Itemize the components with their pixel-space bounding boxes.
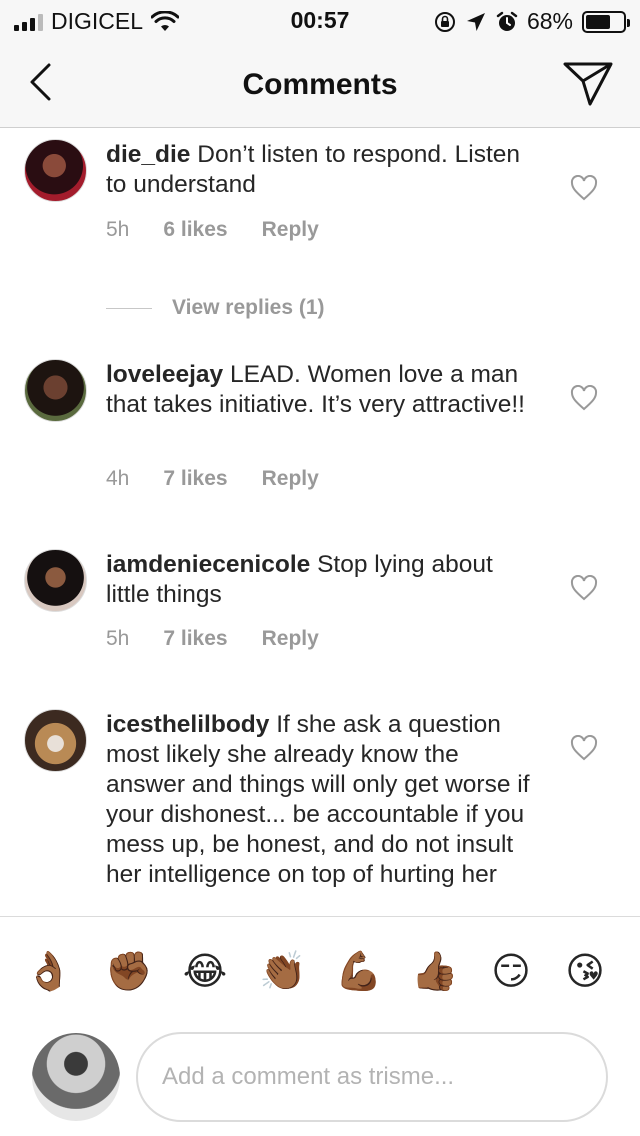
battery-percent: 68% xyxy=(526,8,573,34)
battery-level xyxy=(586,14,611,29)
location-icon xyxy=(466,12,485,31)
status-right: 68% xyxy=(434,8,630,35)
rotation-lock-icon xyxy=(434,11,455,32)
comment-text: iamdeniecenicole Stop lying about little… xyxy=(106,550,536,610)
avatar xyxy=(32,1033,120,1121)
divider xyxy=(106,307,152,309)
back-button[interactable] xyxy=(20,58,60,106)
avatar[interactable] xyxy=(24,359,87,422)
avatar[interactable] xyxy=(24,549,87,612)
chevron-left-icon xyxy=(30,63,51,101)
comment-input[interactable] xyxy=(136,1032,608,1122)
comment-likes[interactable]: 6 likes xyxy=(163,218,227,242)
status-bar: DIGICEL 00:57 68% xyxy=(0,0,640,40)
emoji-button[interactable]: 😘 xyxy=(560,947,610,997)
heart-icon[interactable] xyxy=(570,575,598,601)
comment-username[interactable]: loveleejay xyxy=(106,361,223,388)
alarm-icon xyxy=(496,11,518,31)
emoji-button[interactable]: 😂 xyxy=(180,947,230,997)
emoji-button[interactable]: 💪🏾 xyxy=(334,947,384,997)
avatar[interactable] xyxy=(24,139,87,202)
reply-button[interactable]: Reply xyxy=(262,467,319,491)
comments-list: die_die Don’t listen to respond. Listen … xyxy=(0,129,640,916)
page-title: Comments xyxy=(242,68,398,101)
emoji-button[interactable]: ✊🏾 xyxy=(104,947,154,997)
emoji-button[interactable]: 😏 xyxy=(486,947,536,997)
battery-icon xyxy=(582,10,630,33)
comment-likes[interactable]: 7 likes xyxy=(163,627,227,651)
emoji-bar: 👌🏾 ✊🏾 😂 👏🏾 💪🏾 👍🏾 😏 😘 xyxy=(0,916,640,1020)
comment-username[interactable]: icesthelilbody xyxy=(106,711,269,738)
comment-meta: 5h 7 likes Reply xyxy=(106,627,319,651)
view-replies-label: View replies (1) xyxy=(172,296,325,319)
heart-icon[interactable] xyxy=(570,175,598,201)
paper-plane-icon[interactable] xyxy=(562,60,614,106)
signal-icon xyxy=(14,13,43,31)
emoji-button[interactable]: 👍🏾 xyxy=(410,947,460,997)
comment-text: icesthelilbody If she ask a question mos… xyxy=(106,710,536,890)
reply-button[interactable]: Reply xyxy=(262,627,319,651)
comment-username[interactable]: die_die xyxy=(106,141,190,168)
reply-button[interactable]: Reply xyxy=(262,218,319,242)
comment-likes[interactable]: 7 likes xyxy=(163,467,227,491)
comment-text: die_die Don’t listen to respond. Listen … xyxy=(106,140,536,200)
emoji-button[interactable]: 👌🏾 xyxy=(24,947,74,997)
comment-username[interactable]: iamdeniecenicole xyxy=(106,551,310,578)
heart-icon[interactable] xyxy=(570,735,598,761)
heart-icon[interactable] xyxy=(570,385,598,411)
status-left: DIGICEL xyxy=(14,8,180,35)
comment-time: 4h xyxy=(106,467,130,490)
comment-time: 5h xyxy=(106,218,130,241)
comment-meta: 4h 7 likes Reply xyxy=(106,467,319,491)
comment-meta: 5h 6 likes Reply xyxy=(106,218,319,242)
carrier-name: DIGICEL xyxy=(51,8,144,34)
avatar[interactable] xyxy=(24,709,87,772)
emoji-button[interactable]: 👏🏾 xyxy=(258,947,308,997)
comment-time: 5h xyxy=(106,627,130,650)
view-replies-button[interactable]: View replies (1) xyxy=(106,296,325,320)
wifi-icon xyxy=(151,10,180,31)
comment-text: loveleejay LEAD. Women love a man that t… xyxy=(106,360,536,420)
header: Comments xyxy=(0,40,640,128)
comment-composer xyxy=(0,1020,640,1136)
